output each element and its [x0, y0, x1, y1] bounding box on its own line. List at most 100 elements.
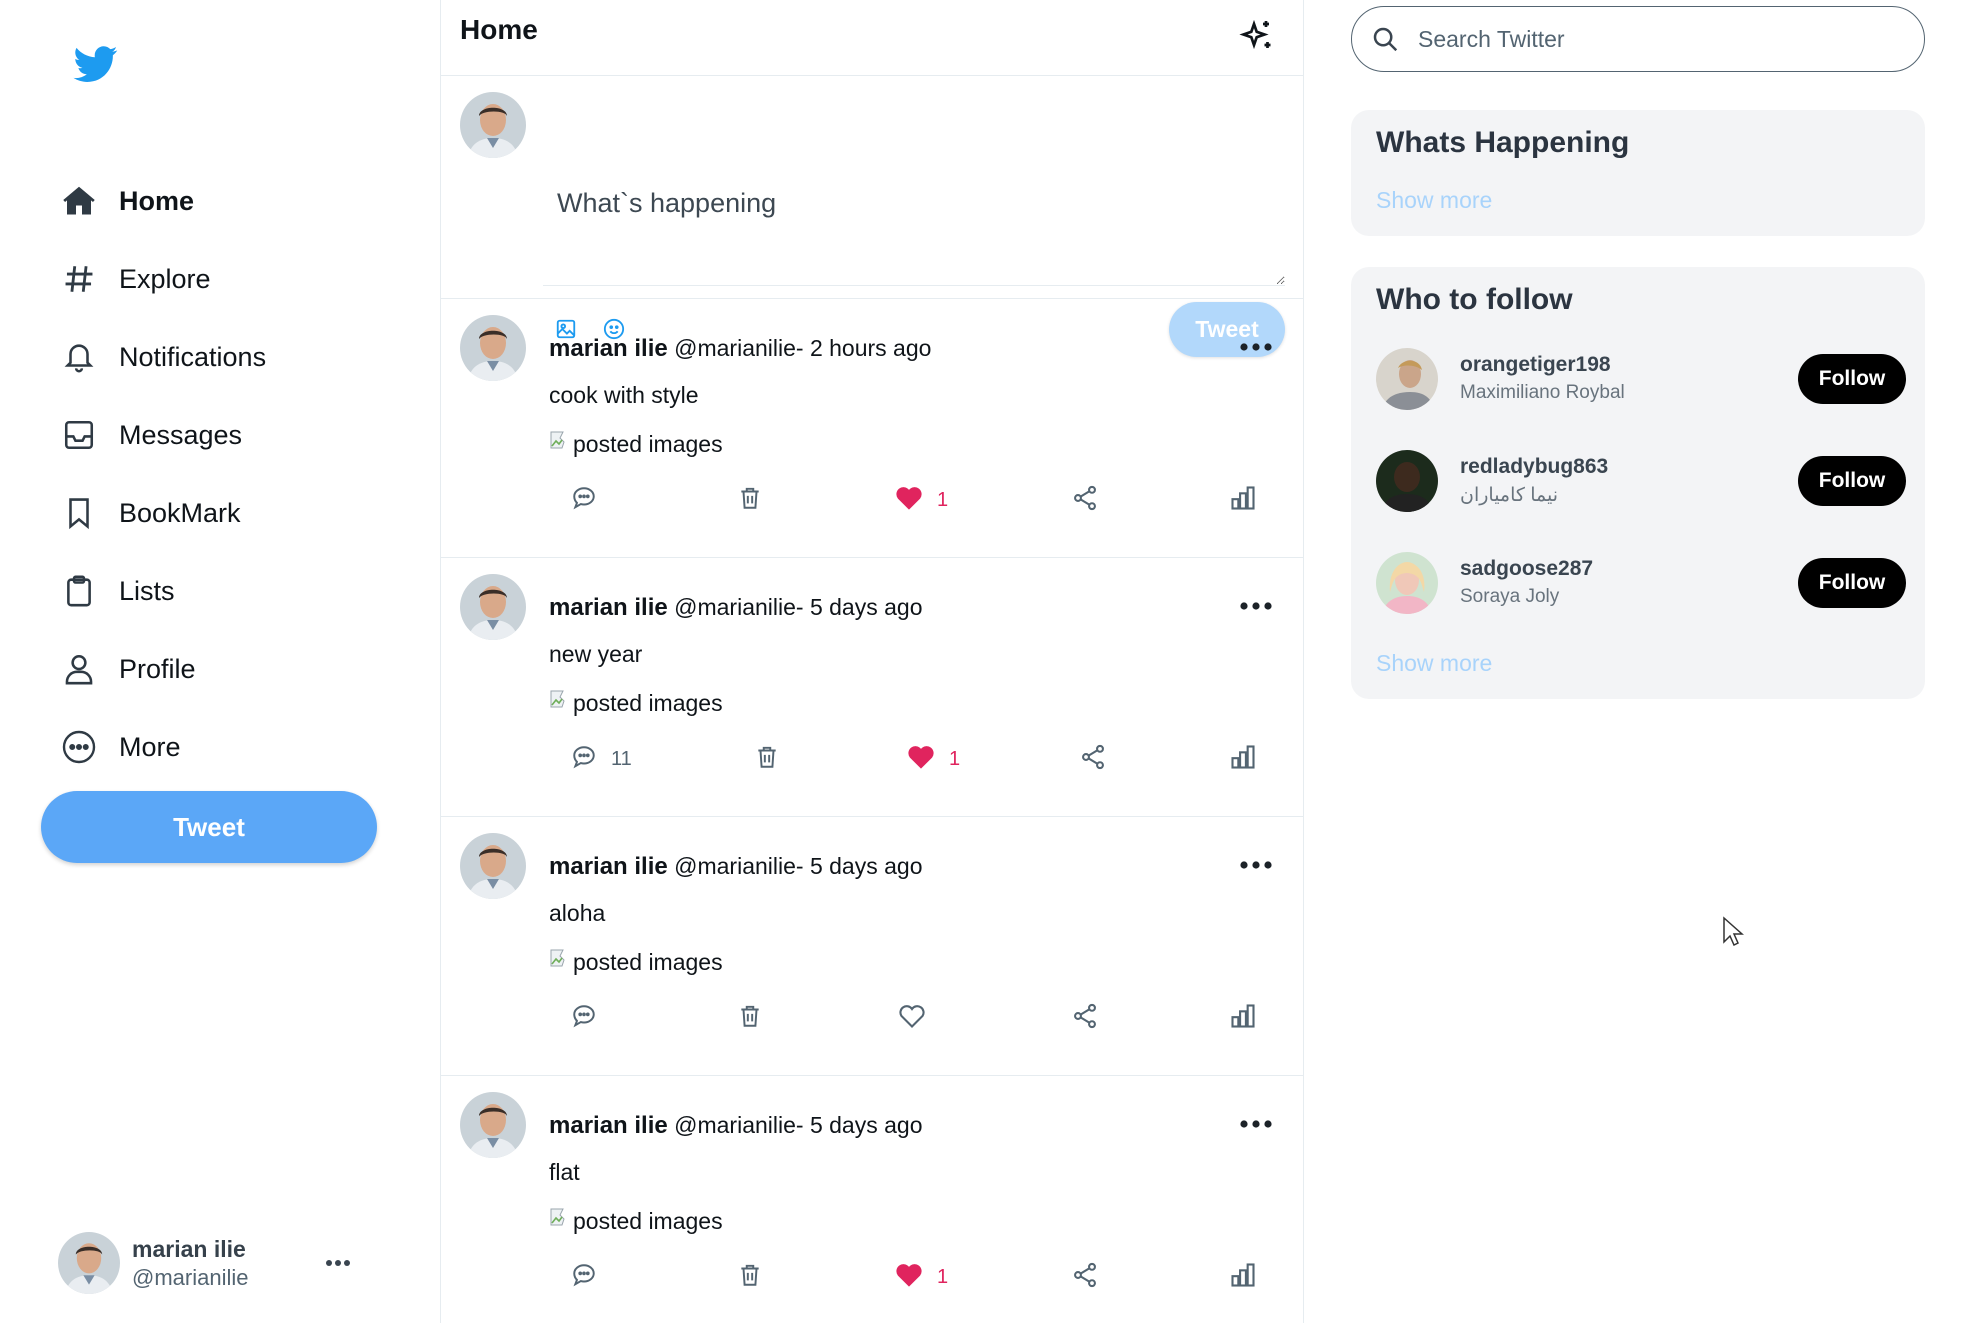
delete-button[interactable] — [737, 998, 763, 1038]
delete-button[interactable] — [737, 480, 763, 520]
like-button[interactable]: 1 — [895, 480, 948, 520]
tweet[interactable]: marian ilie @marianilie- 2 hours ago coo… — [441, 299, 1303, 558]
avatar — [1376, 552, 1438, 614]
stats-button[interactable] — [1229, 1257, 1257, 1297]
share-button[interactable] — [1079, 739, 1107, 779]
reply-button[interactable] — [571, 998, 597, 1038]
broken-image-icon — [549, 1205, 573, 1235]
tweet-author-handle: @marianilie- — [674, 335, 804, 361]
nav-item-messages[interactable]: Messages — [60, 396, 266, 474]
follow-button[interactable]: Follow — [1798, 456, 1906, 506]
nav-item-explore[interactable]: Explore — [60, 240, 266, 318]
share-button[interactable] — [1071, 1257, 1099, 1297]
nav-item-more[interactable]: More — [60, 708, 266, 786]
follow-username[interactable]: redladybug863 — [1460, 455, 1608, 479]
more-horizontal-icon[interactable] — [1239, 598, 1273, 614]
stats-icon — [1229, 1002, 1257, 1035]
comment-icon — [571, 1003, 597, 1034]
tweet[interactable]: marian ilie @marianilie- 5 days ago new … — [441, 558, 1303, 817]
avatar — [460, 92, 526, 158]
stats-button[interactable] — [1229, 998, 1257, 1038]
avatar[interactable] — [460, 315, 526, 381]
show-more-link[interactable]: Show more — [1376, 650, 1492, 677]
tweet-actions — [441, 998, 1303, 1038]
tweet-actions: 1 — [441, 480, 1303, 520]
sparkle-icon[interactable] — [1239, 18, 1275, 54]
tweet-text: flat — [549, 1159, 580, 1185]
compose-input[interactable] — [543, 172, 1285, 286]
follow-button[interactable]: Follow — [1798, 558, 1906, 608]
main-column: Home Tweet marian ilie @marianilie- 2 ho — [440, 0, 1304, 1323]
avatar[interactable] — [460, 833, 526, 899]
tweet-image[interactable]: posted images — [549, 1205, 723, 1235]
tweet-author-name[interactable]: marian ilie — [549, 335, 668, 362]
trash-icon — [737, 1262, 763, 1293]
nav-item-home[interactable]: Home — [60, 162, 266, 240]
like-count: 1 — [937, 488, 949, 511]
tweet[interactable]: marian ilie @marianilie- 5 days ago aloh… — [441, 817, 1303, 1076]
search-input[interactable] — [1418, 25, 1878, 53]
twitter-logo-icon[interactable] — [70, 42, 122, 86]
bell-icon — [60, 338, 98, 376]
follow-username[interactable]: sadgoose287 — [1460, 557, 1593, 581]
account-switcher[interactable]: marian ilie @marianilie — [58, 1230, 358, 1296]
trash-icon — [754, 744, 780, 775]
nav-item-lists[interactable]: Lists — [60, 552, 266, 630]
avatar[interactable] — [460, 1092, 526, 1158]
follow-username[interactable]: orangetiger198 — [1460, 353, 1611, 377]
more-horizontal-icon[interactable] — [318, 1248, 358, 1278]
tweet-actions: 1 — [441, 1257, 1303, 1297]
stats-icon — [1229, 484, 1257, 517]
search-box[interactable] — [1351, 6, 1925, 72]
more-horizontal-icon[interactable] — [1239, 339, 1273, 355]
tweet-image[interactable]: posted images — [549, 946, 723, 976]
whats-happening-card: Whats Happening Show more — [1351, 110, 1925, 236]
more-horizontal-icon[interactable] — [1239, 1116, 1273, 1132]
comment-icon — [571, 1262, 597, 1293]
search-icon — [1373, 27, 1398, 52]
nav-item-profile[interactable]: Profile — [60, 630, 266, 708]
tweet-button[interactable]: Tweet — [41, 791, 377, 863]
trash-icon — [737, 1003, 763, 1034]
follow-suggestion: sadgoose287 Soraya Joly Follow — [1376, 552, 1906, 618]
heart-icon — [898, 1003, 926, 1034]
nav-item-notifications[interactable]: Notifications — [60, 318, 266, 396]
comment-icon — [571, 744, 597, 775]
follow-button[interactable]: Follow — [1798, 354, 1906, 404]
reply-button[interactable] — [571, 1257, 597, 1297]
more-horizontal-icon[interactable] — [1239, 857, 1273, 873]
stats-button[interactable] — [1229, 739, 1257, 779]
like-button[interactable]: 1 — [895, 1257, 948, 1297]
tweet-image[interactable]: posted images — [549, 687, 723, 717]
reply-button[interactable]: 11 — [571, 739, 632, 779]
trash-icon — [737, 485, 763, 516]
show-more-link[interactable]: Show more — [1376, 187, 1492, 214]
nav-item-bookmark[interactable]: BookMark — [60, 474, 266, 552]
delete-button[interactable] — [754, 739, 780, 779]
tweet[interactable]: marian ilie @marianilie- 5 days ago flat… — [441, 1076, 1303, 1323]
tweet-author-name[interactable]: marian ilie — [549, 594, 668, 621]
tweet-header: marian ilie @marianilie- 5 days ago — [549, 853, 922, 881]
left-sidebar: Home Explore Notifications Messages Book… — [0, 0, 440, 1323]
tweet-timestamp: 5 days ago — [809, 594, 923, 620]
reply-button[interactable] — [571, 480, 597, 520]
tweet-header: marian ilie @marianilie- 5 days ago — [549, 1112, 922, 1140]
like-button[interactable] — [898, 998, 926, 1038]
tweet-author-name[interactable]: marian ilie — [549, 853, 668, 880]
stats-button[interactable] — [1229, 480, 1257, 520]
like-button[interactable]: 1 — [907, 739, 960, 779]
share-button[interactable] — [1071, 480, 1099, 520]
avatar[interactable] — [460, 574, 526, 640]
tweet-image-alt: posted images — [573, 1208, 723, 1234]
share-button[interactable] — [1071, 998, 1099, 1038]
tweet-feed: marian ilie @marianilie- 2 hours ago coo… — [441, 299, 1303, 1323]
user-icon — [60, 650, 98, 688]
tweet-image[interactable]: posted images — [549, 428, 723, 458]
tweet-header: marian ilie @marianilie- 5 days ago — [549, 594, 922, 622]
tweet-author-name[interactable]: marian ilie — [549, 1112, 668, 1139]
follow-display-name: Maximiliano Roybal — [1460, 382, 1625, 403]
account-info: marian ilie @marianilie — [132, 1236, 248, 1291]
tweet-author-handle: @marianilie- — [674, 853, 804, 879]
delete-button[interactable] — [737, 1257, 763, 1297]
follow-suggestion: orangetiger198 Maximiliano Roybal Follow — [1376, 348, 1906, 414]
